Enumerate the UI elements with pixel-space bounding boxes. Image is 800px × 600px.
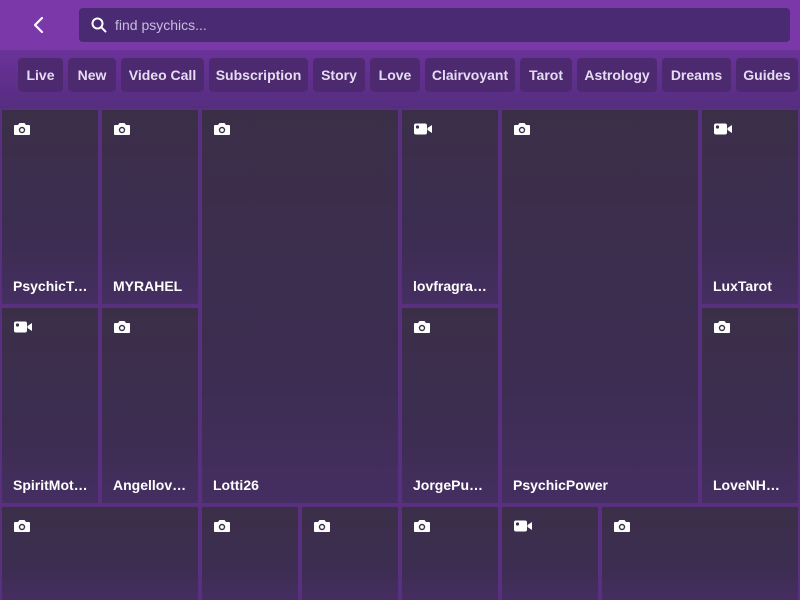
psychic-card[interactable]: SpiritMoth...: [2, 308, 98, 503]
psychic-name: JorgePurgly: [413, 477, 488, 493]
tab-dreams[interactable]: Dreams: [662, 58, 731, 92]
camera-icon: [13, 122, 31, 136]
psychic-card[interactable]: Angellove...: [102, 308, 198, 503]
video-icon: [513, 519, 533, 533]
psychic-card[interactable]: Lotti26: [202, 110, 398, 503]
tab-astrology[interactable]: Astrology: [577, 58, 657, 92]
video-icon: [713, 122, 733, 136]
psychic-name: LuxTarot: [713, 278, 772, 294]
tab-love[interactable]: Love: [370, 58, 420, 92]
camera-icon: [413, 519, 431, 533]
camera-icon: [113, 320, 131, 334]
camera-icon: [213, 519, 231, 533]
psychic-card[interactable]: [402, 507, 498, 600]
back-button[interactable]: [22, 8, 56, 42]
psychic-card[interactable]: LoveNHope: [702, 308, 798, 503]
psychic-card[interactable]: PsychicTa...: [2, 110, 98, 304]
search-icon: [91, 17, 107, 33]
video-icon: [13, 320, 33, 334]
camera-icon: [713, 320, 731, 334]
camera-icon: [113, 122, 131, 136]
psychic-card[interactable]: [502, 507, 598, 600]
camera-icon: [413, 320, 431, 334]
psychic-card[interactable]: lovfragran...: [402, 110, 498, 304]
camera-icon: [213, 122, 231, 136]
chevron-left-icon: [33, 16, 44, 34]
camera-icon: [13, 519, 31, 533]
video-icon: [413, 122, 433, 136]
tab-guides[interactable]: Guides: [736, 58, 798, 92]
psychic-name: Angellove...: [113, 477, 188, 493]
category-tabs: Live New Video Call Subscription Story L…: [0, 50, 800, 108]
psychic-card[interactable]: [602, 507, 798, 600]
tab-new[interactable]: New: [68, 58, 116, 92]
camera-icon: [613, 519, 631, 533]
psychic-name: MYRAHEL: [113, 278, 183, 294]
psychic-card[interactable]: [302, 507, 398, 600]
tab-story[interactable]: Story: [313, 58, 365, 92]
psychic-grid: PsychicTa... MYRAHEL Lotti26 lovfragran.…: [0, 108, 800, 600]
tab-live[interactable]: Live: [18, 58, 63, 92]
camera-icon: [513, 122, 531, 136]
psychic-name: lovfragran...: [413, 278, 488, 294]
camera-icon: [313, 519, 331, 533]
search-bar[interactable]: [79, 8, 790, 42]
psychic-name: LoveNHope: [713, 477, 788, 493]
psychic-card[interactable]: JorgePurgly: [402, 308, 498, 503]
psychic-card[interactable]: [2, 507, 198, 600]
tab-tarot[interactable]: Tarot: [520, 58, 572, 92]
tab-video-call[interactable]: Video Call: [121, 58, 204, 92]
tab-clairvoyant[interactable]: Clairvoyant: [425, 58, 515, 92]
top-bar: [0, 0, 800, 50]
psychic-card[interactable]: [202, 507, 298, 600]
psychic-card[interactable]: LuxTarot: [702, 110, 798, 304]
psychic-name: PsychicPower: [513, 477, 608, 493]
psychic-name: PsychicTa...: [13, 278, 88, 294]
search-input[interactable]: [115, 8, 790, 42]
psychic-card[interactable]: PsychicPower: [502, 110, 698, 503]
tab-subscription[interactable]: Subscription: [209, 58, 308, 92]
psychic-card[interactable]: MYRAHEL: [102, 110, 198, 304]
psychic-name: Lotti26: [213, 477, 259, 493]
psychic-name: SpiritMoth...: [13, 477, 88, 493]
